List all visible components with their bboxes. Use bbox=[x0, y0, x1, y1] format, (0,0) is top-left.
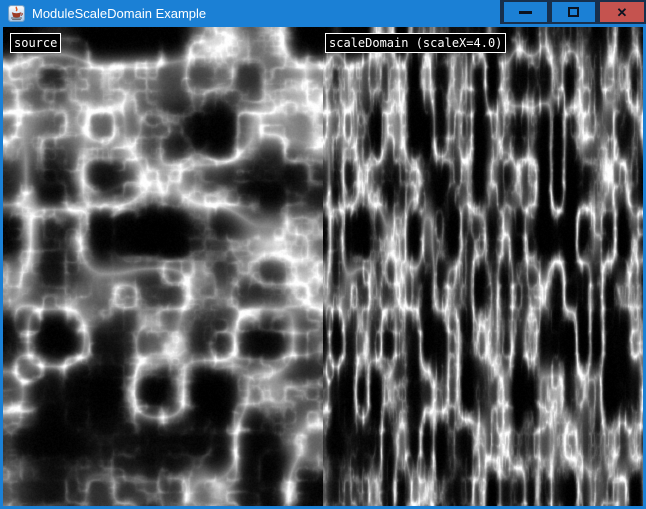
source-panel: source bbox=[3, 27, 323, 506]
window-controls: ✕ bbox=[500, 0, 646, 24]
scale-domain-label: scaleDomain (scaleX=4.0) bbox=[325, 33, 506, 53]
source-noise-image bbox=[3, 27, 323, 506]
java-app-icon bbox=[8, 5, 25, 22]
minimize-icon bbox=[519, 11, 532, 14]
maximize-icon bbox=[568, 7, 579, 17]
maximize-button[interactable] bbox=[552, 2, 595, 22]
close-icon: ✕ bbox=[617, 6, 628, 19]
titlebar[interactable]: ModuleScaleDomain Example ✕ bbox=[0, 0, 646, 27]
scale-domain-noise-image bbox=[323, 27, 643, 506]
scale-domain-panel: scaleDomain (scaleX=4.0) bbox=[323, 27, 643, 506]
image-comparison-area: source scaleDomain (scaleX=4.0) bbox=[3, 27, 643, 506]
window-title: ModuleScaleDomain Example bbox=[32, 6, 206, 21]
close-button[interactable]: ✕ bbox=[600, 2, 644, 22]
app-window: ModuleScaleDomain Example ✕ source scale… bbox=[0, 0, 646, 509]
source-label: source bbox=[10, 33, 61, 53]
minimize-button[interactable] bbox=[504, 2, 547, 22]
